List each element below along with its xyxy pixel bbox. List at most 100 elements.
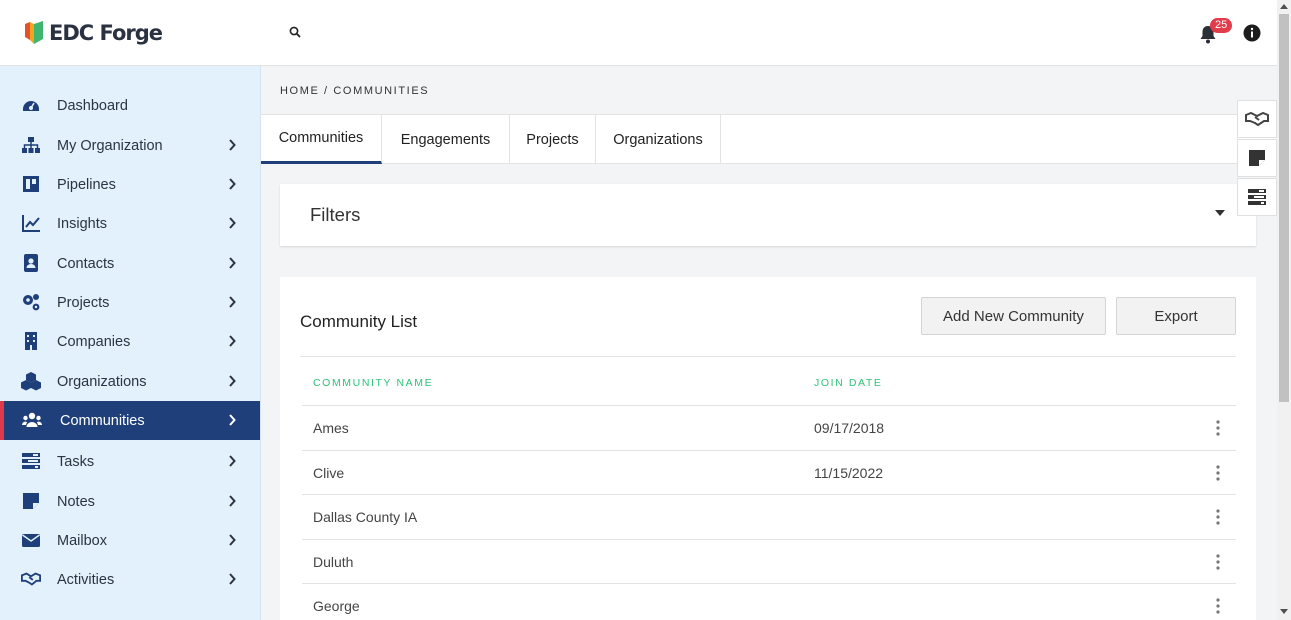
chevron-right-icon xyxy=(229,534,236,546)
note-icon xyxy=(23,493,39,509)
edc-logo-icon xyxy=(25,21,43,44)
top-bar: EDC Forge 25 xyxy=(0,0,1277,66)
tab-communities[interactable]: Communities xyxy=(261,115,382,164)
sidebar-item-projects[interactable]: Projects xyxy=(0,283,260,322)
info-icon[interactable] xyxy=(1243,24,1261,42)
community-name[interactable]: Duluth xyxy=(313,554,353,570)
breadcrumb[interactable]: HOME / COMMUNITIES xyxy=(280,85,429,97)
sidebar-item-label: Pipelines xyxy=(57,176,116,193)
chart-line-icon xyxy=(22,215,40,232)
envelope-icon xyxy=(22,534,40,547)
more-vertical-icon[interactable] xyxy=(1214,597,1222,615)
sidebar-item-label: Dashboard xyxy=(57,97,128,114)
chevron-right-icon xyxy=(229,375,236,387)
table-row[interactable]: Clive 11/15/2022 xyxy=(302,450,1236,495)
add-new-community-button[interactable]: Add New Community xyxy=(921,297,1106,335)
chevron-right-icon xyxy=(229,178,236,190)
tab-organizations[interactable]: Organizations xyxy=(596,115,721,164)
sidebar: Dashboard My Organization Pipelines Insi… xyxy=(0,66,261,620)
handshake-icon xyxy=(21,572,41,586)
scroll-up-arrow-icon[interactable] xyxy=(1280,4,1288,9)
sidebar-item-mailbox[interactable]: Mailbox xyxy=(0,521,260,560)
sidebar-item-dashboard[interactable]: Dashboard xyxy=(0,86,260,125)
sidebar-item-label: My Organization xyxy=(57,137,163,154)
chevron-right-icon xyxy=(229,495,236,507)
page-scrollbar[interactable] xyxy=(1277,0,1291,620)
card-title: Community List xyxy=(300,312,418,331)
sidebar-item-my-organization[interactable]: My Organization xyxy=(0,126,260,165)
org-chart-icon xyxy=(22,137,40,153)
scrollbar-thumb[interactable] xyxy=(1279,14,1289,402)
chevron-right-icon xyxy=(229,455,236,467)
sidebar-item-notes[interactable]: Notes xyxy=(0,482,260,521)
tab-projects[interactable]: Projects xyxy=(510,115,596,164)
sidebar-item-label: Mailbox xyxy=(57,532,107,549)
join-date: 09/17/2018 xyxy=(814,420,885,436)
community-name[interactable]: George xyxy=(313,598,360,614)
community-name[interactable]: Dallas County IA xyxy=(313,509,417,525)
sidebar-item-label: Insights xyxy=(57,215,107,232)
more-vertical-icon[interactable] xyxy=(1214,508,1222,526)
scroll-down-arrow-icon[interactable] xyxy=(1280,609,1288,614)
sidebar-item-label: Organizations xyxy=(57,373,147,390)
more-vertical-icon[interactable] xyxy=(1214,553,1222,571)
chevron-right-icon xyxy=(229,257,236,269)
chevron-right-icon xyxy=(229,139,236,151)
sidebar-item-companies[interactable]: Companies xyxy=(0,322,260,361)
table-row[interactable]: Duluth xyxy=(302,539,1236,584)
sidebar-item-label: Communities xyxy=(60,412,145,429)
sidebar-item-communities[interactable]: Communities xyxy=(0,401,260,440)
more-vertical-icon[interactable] xyxy=(1214,464,1222,482)
chevron-right-icon xyxy=(229,414,236,426)
column-header-join-date[interactable]: JOIN DATE xyxy=(814,377,882,389)
table-row[interactable]: Ames 09/17/2018 xyxy=(302,405,1236,450)
sidebar-item-pipelines[interactable]: Pipelines xyxy=(0,165,260,204)
chevron-right-icon xyxy=(229,335,236,347)
table-row[interactable]: George xyxy=(302,583,1236,620)
sidebar-item-label: Tasks xyxy=(57,453,95,470)
more-vertical-icon[interactable] xyxy=(1214,419,1222,437)
chevron-right-icon xyxy=(229,573,236,585)
sidebar-item-label: Activities xyxy=(57,571,115,588)
sidebar-item-tasks[interactable]: Tasks xyxy=(0,442,260,481)
activities-quick-button[interactable] xyxy=(1237,100,1277,138)
app-logo[interactable]: EDC Forge xyxy=(24,20,163,46)
table-row[interactable]: Dallas County IA xyxy=(302,494,1236,539)
chevron-right-icon xyxy=(229,217,236,229)
join-date: 11/15/2022 xyxy=(814,465,884,481)
sidebar-item-contacts[interactable]: Contacts xyxy=(0,244,260,283)
filters-panel[interactable]: Filters xyxy=(280,184,1256,246)
search-icon[interactable] xyxy=(289,26,301,38)
tab-engagements[interactable]: Engagements xyxy=(382,115,510,164)
notes-quick-button[interactable] xyxy=(1237,139,1277,177)
tasks-quick-button[interactable] xyxy=(1237,178,1277,216)
note-icon xyxy=(1249,150,1265,166)
tab-bar: Communities Engagements Projects Organiz… xyxy=(261,114,1277,164)
column-header-community-name[interactable]: COMMUNITY NAME xyxy=(313,377,433,389)
gears-icon xyxy=(23,294,40,311)
sidebar-item-insights[interactable]: Insights xyxy=(0,204,260,243)
divider xyxy=(300,356,1236,357)
sidebar-item-label: Projects xyxy=(57,294,110,311)
notification-badge: 25 xyxy=(1210,18,1233,33)
sidebar-item-activities[interactable]: Activities xyxy=(0,560,260,599)
contacts-icon xyxy=(24,254,38,272)
users-icon xyxy=(22,412,42,427)
caret-down-icon[interactable] xyxy=(1215,210,1225,216)
tasks-icon xyxy=(22,453,40,469)
filters-title: Filters xyxy=(310,204,361,225)
cubes-icon xyxy=(21,372,41,391)
handshake-icon xyxy=(1245,111,1269,127)
sidebar-item-label: Notes xyxy=(57,493,95,510)
sidebar-item-label: Contacts xyxy=(57,255,115,272)
sidebar-item-organizations[interactable]: Organizations xyxy=(0,362,260,401)
community-name[interactable]: Clive xyxy=(313,465,344,481)
chevron-right-icon xyxy=(229,296,236,308)
pipelines-icon xyxy=(23,176,39,192)
building-icon xyxy=(25,332,37,350)
sidebar-item-label: Companies xyxy=(57,333,131,350)
app-name: EDC Forge xyxy=(49,21,163,45)
community-name[interactable]: Ames xyxy=(313,420,349,436)
export-button[interactable]: Export xyxy=(1116,297,1236,335)
tasks-icon xyxy=(1248,189,1266,205)
